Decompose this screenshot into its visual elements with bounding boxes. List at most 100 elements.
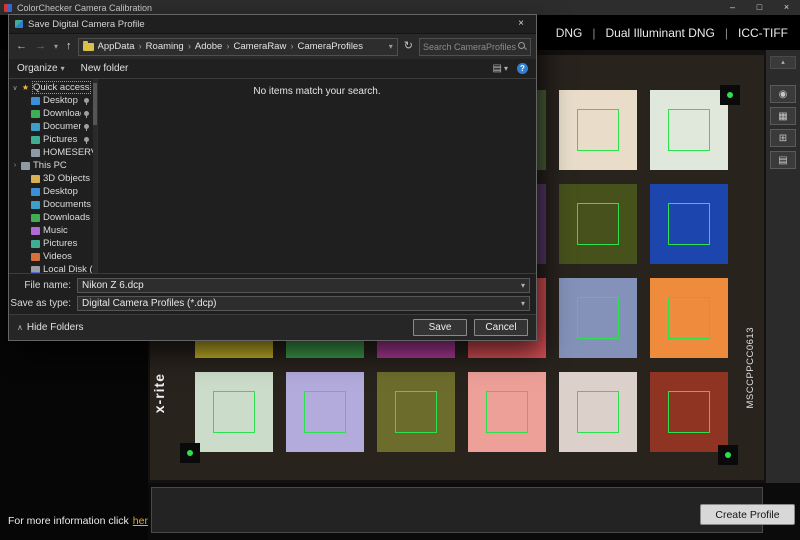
patch-overlay-square xyxy=(577,297,619,339)
patch-overlay-square xyxy=(668,109,710,151)
maximize-button[interactable]: □ xyxy=(746,0,773,15)
breadcrumb-item-adobe[interactable]: Adobe xyxy=(195,41,222,52)
back-button[interactable]: ← xyxy=(14,41,29,52)
folder-label: Documents xyxy=(43,199,91,210)
folder-tree: ∨★Quick accessDesktopDownloadsDocumentsP… xyxy=(9,79,93,273)
color-patch xyxy=(377,372,455,452)
create-profile-button[interactable]: Create Profile xyxy=(700,504,795,525)
chevron-down-icon: ▾ xyxy=(504,64,508,73)
folder-label: Quick access xyxy=(33,82,90,93)
fiducial-marker xyxy=(718,445,738,465)
fiducial-marker xyxy=(720,85,740,105)
sidebar-item-videos[interactable]: Videos xyxy=(9,250,93,263)
colorchecker-app: ColorChecker Camera Calibration – □ × DN… xyxy=(0,0,800,540)
camera-icon[interactable]: ◉ xyxy=(770,85,796,103)
breadcrumb-item-cameraprofiles[interactable]: CameraProfiles xyxy=(298,41,363,52)
app-titlebar[interactable]: ColorChecker Camera Calibration – □ × xyxy=(0,0,800,15)
file-name-input[interactable]: Nikon Z 6.dcp ▾ xyxy=(77,278,530,293)
dialog-fields: File name: Nikon Z 6.dcp ▾ Save as type:… xyxy=(9,273,536,314)
refresh-button[interactable]: ↻ xyxy=(402,41,415,52)
breadcrumb-dropdown-icon[interactable]: ▾ xyxy=(389,42,393,51)
documents-icon xyxy=(31,123,40,131)
minimize-button[interactable]: – xyxy=(719,0,746,15)
breadcrumb[interactable]: AppData›Roaming›Adobe›CameraRaw›CameraPr… xyxy=(78,38,398,56)
scroll-up-icon[interactable]: ▴ xyxy=(770,56,796,69)
sidebar-item-pictures[interactable]: Pictures xyxy=(9,133,93,146)
fiducial-dot xyxy=(725,452,731,458)
search-input[interactable] xyxy=(423,42,518,52)
save-type-value: Digital Camera Profiles (*.dcp) xyxy=(82,298,217,309)
new-folder-button[interactable]: New folder xyxy=(81,63,129,74)
folder-label: HOMESERVEI xyxy=(43,147,93,158)
chevron-down-icon[interactable]: ▾ xyxy=(521,299,525,308)
thumbnail-strip[interactable] xyxy=(151,487,763,533)
tab-dual-illuminant-dng[interactable]: Dual Illuminant DNG xyxy=(606,26,715,40)
color-patch xyxy=(650,372,728,452)
chevron-right-icon: › xyxy=(188,41,191,52)
right-toolbar-buttons: ◉ ▦ ⊞ ▤ xyxy=(770,85,796,169)
sidebar-item-pictures[interactable]: Pictures xyxy=(9,237,93,250)
tab-dng[interactable]: DNG xyxy=(556,26,583,40)
patch-overlay-square xyxy=(304,391,346,433)
pin-icon xyxy=(84,98,89,103)
file-list-area[interactable]: No items match your search. xyxy=(97,79,536,273)
grid-icon[interactable]: ▦ xyxy=(770,107,796,125)
color-patch xyxy=(559,372,637,452)
sidebar-item-desktop[interactable]: Desktop xyxy=(9,185,93,198)
list-icon[interactable]: ▤ xyxy=(770,151,796,169)
sidebar-item-downloads[interactable]: Downloads xyxy=(9,211,93,224)
pictures-icon xyxy=(31,240,40,248)
patch-overlay-square xyxy=(577,203,619,245)
cancel-button[interactable]: Cancel xyxy=(474,319,528,336)
hide-folders-button[interactable]: ∧ Hide Folders xyxy=(17,322,84,333)
downloads-icon xyxy=(31,214,40,222)
history-dropdown-icon[interactable]: ▾ xyxy=(52,43,60,51)
color-patch xyxy=(559,90,637,170)
chevron-down-icon[interactable]: ▾ xyxy=(521,281,525,290)
up-button[interactable]: ↑ xyxy=(64,41,74,52)
folder-label: Music xyxy=(43,225,68,236)
breadcrumb-item-appdata[interactable]: AppData xyxy=(98,41,135,52)
tab-icc-tiff[interactable]: ICC-TIFF xyxy=(738,26,788,40)
color-patch xyxy=(468,372,546,452)
patch-overlay-square xyxy=(577,391,619,433)
chevron-down-icon: ▾ xyxy=(61,64,65,73)
sidebar-item-quick-access[interactable]: ∨★Quick access xyxy=(9,81,93,94)
folder-label: Downloads xyxy=(43,212,90,223)
organize-menu[interactable]: Organize ▾ xyxy=(17,63,65,74)
search-box[interactable] xyxy=(419,38,531,56)
sidebar-item-this-pc[interactable]: ›This PC xyxy=(9,159,93,172)
color-patch xyxy=(195,372,273,452)
sidebar-item-3d-objects[interactable]: 3D Objects xyxy=(9,172,93,185)
breadcrumb-item-cameraraw[interactable]: CameraRaw xyxy=(234,41,287,52)
color-patch xyxy=(650,90,728,170)
sidebar-item-desktop[interactable]: Desktop xyxy=(9,94,93,107)
dialog-close-button[interactable]: × xyxy=(506,15,536,33)
expander-icon: ∨ xyxy=(12,84,18,92)
sidebar-item-downloads[interactable]: Downloads xyxy=(9,107,93,120)
patch-overlay-square xyxy=(668,203,710,245)
sidebar-item-documents[interactable]: Documents xyxy=(9,198,93,211)
dialog-toolbar: Organize ▾ New folder ▤ ▾ ? xyxy=(9,59,536,79)
views-button[interactable]: ▤ ▾ xyxy=(493,63,508,74)
patch-target-icon[interactable]: ⊞ xyxy=(770,129,796,147)
help-button[interactable]: ? xyxy=(517,63,528,74)
fiducial-marker xyxy=(180,443,200,463)
color-patch xyxy=(286,372,364,452)
save-type-select[interactable]: Digital Camera Profiles (*.dcp) ▾ xyxy=(77,296,530,311)
breadcrumb-item-roaming[interactable]: Roaming xyxy=(146,41,184,52)
save-button[interactable]: Save xyxy=(413,319,467,336)
file-name-value: Nikon Z 6.dcp xyxy=(82,280,144,291)
sidebar-item-homeservei[interactable]: HOMESERVEI xyxy=(9,146,93,159)
forward-button[interactable]: → xyxy=(33,41,48,52)
info-line: For more information clickhere xyxy=(8,515,154,527)
sidebar-item-local-disk-c[interactable]: Local Disk (C:) xyxy=(9,263,93,273)
sidebar-item-music[interactable]: Music xyxy=(9,224,93,237)
videos-icon xyxy=(31,253,40,261)
folder-3d-icon xyxy=(31,175,40,183)
folder-label: Documents xyxy=(43,121,81,132)
dialog-titlebar[interactable]: Save Digital Camera Profile × xyxy=(9,15,536,33)
folder-label: Pictures xyxy=(43,238,77,249)
close-button[interactable]: × xyxy=(773,0,800,15)
sidebar-item-documents[interactable]: Documents xyxy=(9,120,93,133)
